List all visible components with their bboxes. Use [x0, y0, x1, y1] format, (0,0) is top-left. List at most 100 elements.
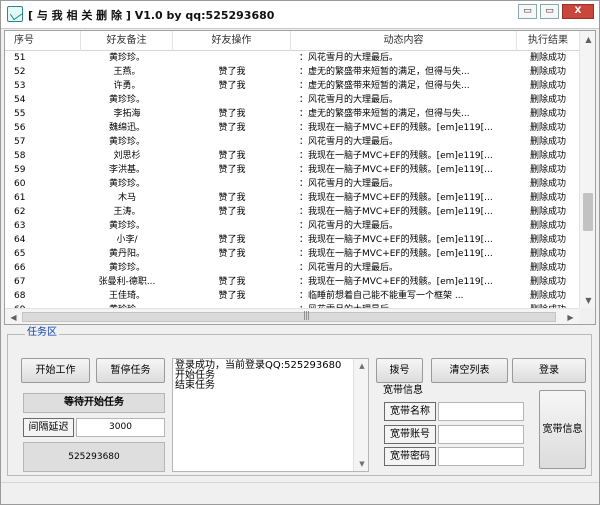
- broadband-name-label: 宽带名称: [384, 402, 436, 421]
- row-number: 64: [14, 235, 26, 245]
- row-content: ：我现在一脑子MVC+EF的残骸。[em]e119[...: [299, 193, 493, 203]
- row-content: ：我现在一脑子MVC+EF的残骸。[em]e119[...: [299, 235, 493, 245]
- row-result: 删除成功: [529, 263, 566, 273]
- column-header-action[interactable]: 好友操作: [173, 31, 291, 51]
- delay-input[interactable]: 3000: [76, 418, 165, 437]
- table-row[interactable]: 60 黄珍珍。 ：风花雪月的大理最后。 删除成功: [5, 177, 579, 191]
- row-action: 赞了我: [218, 193, 246, 203]
- tab-task-area[interactable]: 任务区: [25, 326, 59, 340]
- log-textarea[interactable]: 登录成功，当前登录QQ:525293680 开始任务 结束任务 ▲ ▼: [172, 358, 369, 472]
- start-work-button[interactable]: 开始工作: [21, 358, 90, 383]
- result-list[interactable]: 序号 好友备注 好友操作 动态内容 执行结果 51 黄珍珍。 ：风花雪月的大理最后。…: [4, 30, 596, 325]
- row-action: 赞了我: [218, 67, 246, 77]
- broadband-account-input[interactable]: [438, 425, 524, 444]
- row-remark: 张曼利-德职...: [98, 277, 156, 287]
- row-content: ：我现在一脑子MVC+EF的残骸。[em]e119[...: [299, 277, 493, 287]
- table-row[interactable]: 57 黄珍珍。 ：风花雪月的大理最后。 删除成功: [5, 135, 579, 149]
- title-bar[interactable]: [ 与 我 相 关 删 除 ] V1.0 by qq:525293680 ▭ ▭…: [1, 1, 599, 29]
- row-remark: 黄珍珍。: [108, 221, 145, 231]
- row-remark: 王燕。: [113, 67, 141, 77]
- row-content: ：风花雪月的大理最后。: [299, 95, 399, 105]
- row-result: 删除成功: [529, 123, 566, 133]
- qq-account-label: 525293680: [23, 442, 165, 472]
- row-content: ：风花雪月的大理最后。: [299, 53, 399, 63]
- vertical-scroll-thumb[interactable]: [583, 193, 593, 231]
- table-row[interactable]: 66 黄珍珍。 ：风花雪月的大理最后。 删除成功: [5, 261, 579, 275]
- table-row[interactable]: 55 李拓海 赞了我 ：虚无的繁盛带来短暂的满足，但得与失... 删除成功: [5, 107, 579, 121]
- list-vertical-scrollbar[interactable]: ▲ ▼: [579, 31, 595, 309]
- row-remark: 木马: [117, 193, 136, 203]
- delay-label: 间隔延迟: [23, 418, 74, 437]
- row-remark: 黄珍珍。: [108, 95, 145, 105]
- scroll-down-icon[interactable]: ▼: [580, 292, 595, 309]
- row-action: 赞了我: [218, 165, 246, 175]
- column-header-content[interactable]: 动态内容: [291, 31, 517, 51]
- column-header-no[interactable]: 序号: [5, 31, 81, 51]
- row-remark: 王涛。: [113, 207, 141, 217]
- close-button[interactable]: X: [562, 4, 594, 19]
- table-row[interactable]: 52 王燕。 赞了我 ：虚无的繁盛带来短暂的满足，但得与失... 删除成功: [5, 65, 579, 79]
- table-row[interactable]: 65 黄丹阳。 赞了我 ：我现在一脑子MVC+EF的残骸。[em]e119[... 删除…: [5, 247, 579, 261]
- scroll-up-icon[interactable]: ▲: [580, 31, 595, 48]
- log-scroll-down-icon[interactable]: ▼: [354, 457, 368, 471]
- row-content: ：我现在一脑子MVC+EF的残骸。[em]e119[...: [299, 151, 493, 161]
- table-row[interactable]: 53 许勇。 赞了我 ：虚无的繁盛带来短暂的满足，但得与失... 删除成功: [5, 79, 579, 93]
- row-remark: 魏绵迅。: [108, 123, 145, 133]
- row-result: 删除成功: [529, 95, 566, 105]
- row-result: 删除成功: [529, 67, 566, 77]
- column-header-remark[interactable]: 好友备注: [81, 31, 173, 51]
- table-row[interactable]: 56 魏绵迅。 赞了我 ：我现在一脑子MVC+EF的残骸。[em]e119[... 删除…: [5, 121, 579, 135]
- minimize-button[interactable]: ▭: [518, 4, 537, 19]
- table-row[interactable]: 61 木马 赞了我 ：我现在一脑子MVC+EF的残骸。[em]e119[... 删除成功: [5, 191, 579, 205]
- pause-task-button[interactable]: 暂停任务: [96, 358, 165, 383]
- row-action: 赞了我: [218, 123, 246, 133]
- row-number: 52: [14, 67, 26, 77]
- row-content: ：我现在一脑子MVC+EF的残骸。[em]e119[...: [299, 165, 493, 175]
- row-action: 赞了我: [218, 109, 246, 119]
- list-horizontal-scrollbar[interactable]: ◀ ||| ▶: [5, 308, 579, 324]
- log-scroll-up-icon[interactable]: ▲: [354, 359, 368, 373]
- row-number: 59: [14, 165, 26, 175]
- scroll-left-icon[interactable]: ◀: [5, 309, 22, 324]
- broadband-account-label: 宽带账号: [384, 425, 436, 444]
- row-number: 56: [14, 123, 26, 133]
- table-row[interactable]: 64 小李/赞了我 ：我现在一脑子MVC+EF的残骸。[em]e119[... 删除成…: [5, 233, 579, 247]
- login-button[interactable]: 登录: [512, 358, 586, 383]
- table-row[interactable]: 67 张曼利-德职... 赞了我 ：我现在一脑子MVC+EF的残骸。[em]e119[…: [5, 275, 579, 289]
- row-number: 65: [14, 249, 26, 259]
- log-vertical-scrollbar[interactable]: ▲ ▼: [353, 359, 368, 471]
- row-content: ：虚无的繁盛带来短暂的满足，但得与失...: [299, 81, 470, 91]
- row-content: ：风花雪月的大理最后。: [299, 263, 399, 273]
- row-result: 删除成功: [529, 179, 566, 189]
- scroll-right-icon[interactable]: ▶: [562, 309, 579, 324]
- broadband-name-input[interactable]: [438, 402, 524, 421]
- row-action: 赞了我: [218, 277, 246, 287]
- row-number: 61: [14, 193, 26, 203]
- maximize-button[interactable]: ▭: [540, 4, 559, 19]
- row-number: 60: [14, 179, 26, 189]
- broadband-password-label: 宽带密码: [384, 447, 436, 466]
- row-result: 删除成功: [529, 291, 566, 301]
- broadband-info-button[interactable]: 宽带信息: [539, 390, 586, 469]
- table-row[interactable]: 54 黄珍珍。 ：风花雪月的大理最后。 删除成功: [5, 93, 579, 107]
- table-row[interactable]: 62 王涛。 赞了我 ：我现在一脑子MVC+EF的残骸。[em]e119[... 删除成…: [5, 205, 579, 219]
- table-row[interactable]: 68 王佳琦。 赞了我 ：临睡前想着自己能不能重写一个框架 ... 删除成功: [5, 289, 579, 303]
- clear-list-button[interactable]: 清空列表: [431, 358, 508, 383]
- table-row[interactable]: 58 刘思杉 赞了我 ：我现在一脑子MVC+EF的残骸。[em]e119[... 删除成…: [5, 149, 579, 163]
- row-number: 68: [14, 291, 26, 301]
- row-remark: 刘思杉: [113, 151, 141, 161]
- horizontal-scroll-thumb[interactable]: |||: [22, 311, 556, 322]
- table-row[interactable]: 51 黄珍珍。 ：风花雪月的大理最后。 删除成功: [5, 52, 579, 65]
- table-row[interactable]: 59 李洪基。 赞了我 ：我现在一脑子MVC+EF的残骸。[em]e119[... 删除…: [5, 163, 579, 177]
- row-number: 51: [14, 53, 26, 63]
- row-content: ：我现在一脑子MVC+EF的残骸。[em]e119[...: [299, 207, 493, 217]
- broadband-password-input[interactable]: [438, 447, 524, 466]
- column-header-result[interactable]: 执行结果: [517, 31, 579, 51]
- row-action: [173, 219, 291, 233]
- dial-button[interactable]: 拨号: [376, 358, 423, 383]
- row-action: [173, 93, 291, 107]
- row-action: [173, 177, 291, 191]
- table-row[interactable]: 63 黄珍珍。 ：风花雪月的大理最后。 删除成功: [5, 219, 579, 233]
- row-action: [173, 261, 291, 275]
- row-number: 58: [14, 151, 26, 161]
